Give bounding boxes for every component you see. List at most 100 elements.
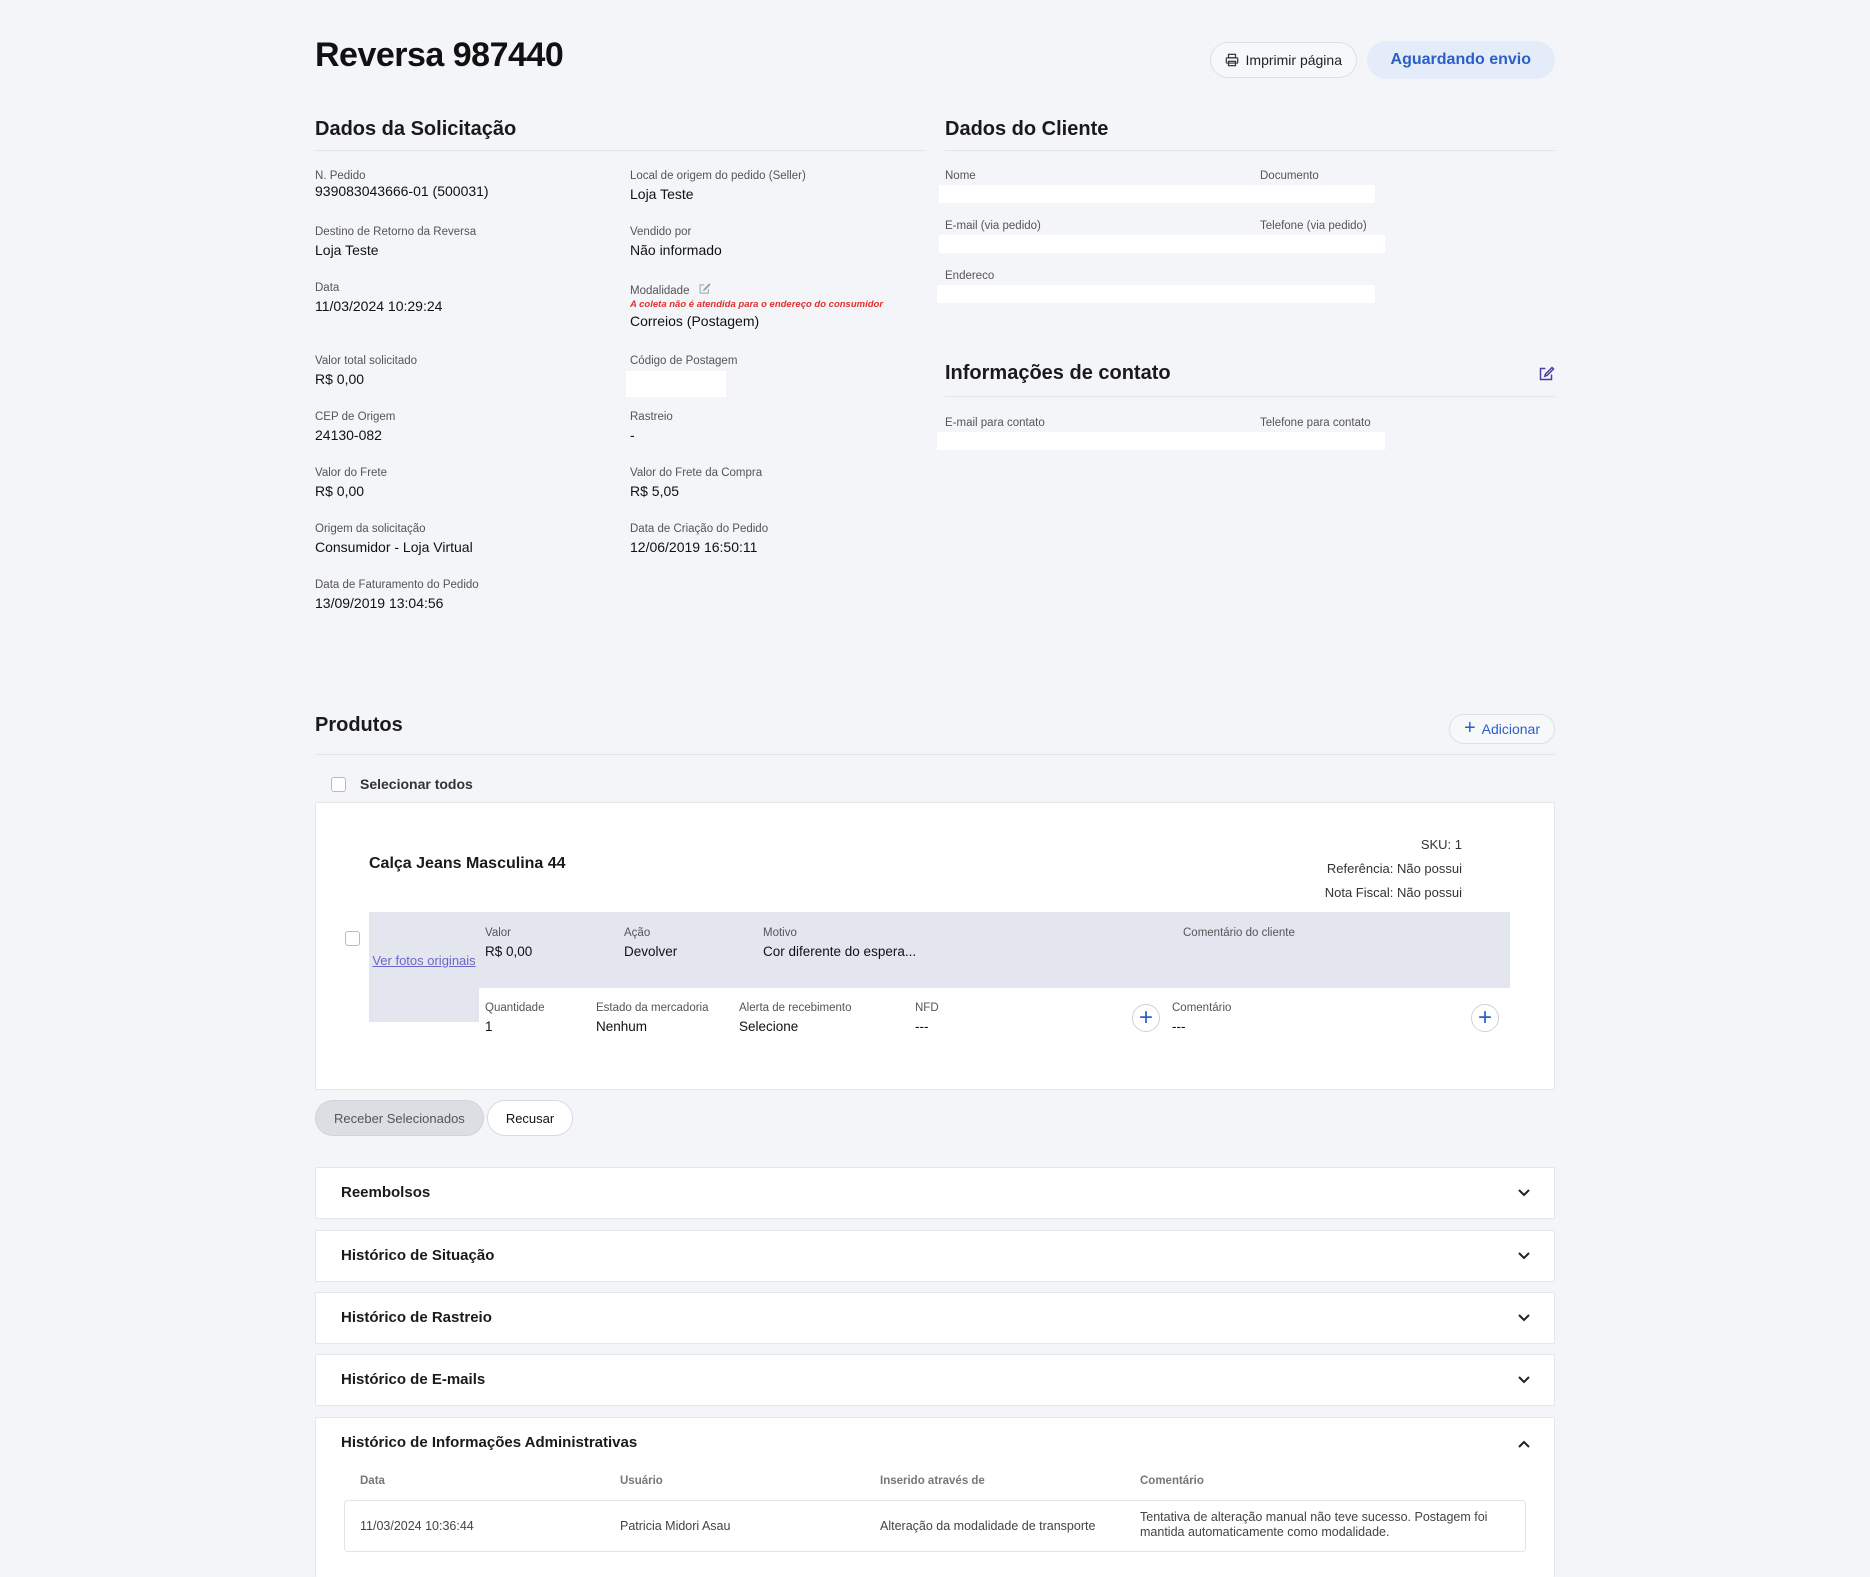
item-valor: Valor R$ 0,00	[485, 927, 532, 959]
field-label: Valor total solicitado	[315, 355, 418, 367]
field-label: Valor	[485, 927, 511, 939]
item-acao: Ação Devolver	[624, 927, 677, 959]
field-value: Selecione	[739, 1019, 799, 1034]
page-title: Reversa 987440	[315, 36, 564, 74]
plus-icon: +	[1138, 1004, 1153, 1031]
divider	[945, 150, 1555, 151]
item-comentario-cliente: Comentário do cliente	[1183, 927, 1295, 939]
field-value: 12/06/2019 16:50:11	[630, 539, 758, 555]
accordion-historico-situacao[interactable]: Histórico de Situação	[315, 1230, 1555, 1282]
refuse-button[interactable]: Recusar	[486, 1100, 574, 1136]
field-value: Devolver	[624, 944, 678, 959]
item-checkbox[interactable]	[345, 931, 360, 946]
field-label: Telefone (via pedido)	[1260, 220, 1367, 232]
field-label: Data	[315, 282, 340, 294]
col-header-usuario: Usuário	[620, 1475, 663, 1487]
field-label: Endereco	[945, 270, 995, 282]
field-rastreio: Rastreio -	[630, 411, 673, 443]
field-destino: Destino de Retorno da Reversa Loja Teste	[315, 226, 476, 258]
field-value: 1	[485, 1019, 493, 1034]
field-label: CEP de Origem	[315, 411, 396, 423]
field-value: Não informado	[630, 242, 722, 258]
print-page-button[interactable]: Imprimir página	[1209, 42, 1357, 78]
field-label: Motivo	[763, 927, 797, 939]
field-value: 24130-082	[315, 427, 382, 443]
accordion-historico-rastreio[interactable]: Histórico de Rastreio	[315, 1292, 1555, 1344]
field-label: Alerta de recebimento	[739, 1002, 852, 1014]
item-estado[interactable]: Estado da mercadoria Nenhum	[596, 1002, 709, 1034]
field-label: Valor do Frete da Compra	[630, 467, 763, 479]
field-value: ---	[1172, 1019, 1186, 1034]
accordion-title[interactable]: Histórico de Informações Administrativas	[341, 1434, 637, 1451]
accordion-historico-emails[interactable]: Histórico de E-mails	[315, 1354, 1555, 1406]
field-label: Data de Criação do Pedido	[630, 523, 769, 535]
chevron-down-icon	[1518, 1189, 1530, 1197]
accordion-reembolsos[interactable]: Reembolsos	[315, 1167, 1555, 1219]
field-label: Documento	[1260, 170, 1319, 182]
email-pedido-value	[939, 235, 1385, 253]
codigo-postagem-value	[626, 371, 726, 397]
field-label: Origem da solicitação	[315, 523, 426, 535]
field-label: Telefone para contato	[1260, 417, 1371, 429]
field-value: R$ 0,00	[485, 944, 533, 959]
field-value: R$ 0,00	[315, 371, 365, 387]
add-comment-button[interactable]: +	[1471, 1004, 1499, 1032]
field-value: R$ 5,05	[630, 483, 680, 499]
chevron-down-icon	[1518, 1376, 1530, 1384]
field-data-criacao: Data de Criação do Pedido 12/06/2019 16:…	[630, 523, 768, 555]
field-value: Correios (Postagem)	[630, 313, 760, 329]
col-header-inserido: Inserido através de	[880, 1475, 985, 1487]
field-label: Modalidade	[630, 283, 883, 297]
product-meta: SKU: 1 Referência: Não possui Nota Fisca…	[1325, 833, 1462, 905]
page-header: Reversa 987440 Imprimir página Aguardand…	[315, 36, 1555, 86]
field-label: Comentário do cliente	[1183, 927, 1295, 939]
table-row: 11/03/2024 10:36:44 Patricia Midori Asau…	[344, 1500, 1526, 1552]
solicitacao-title: Dados da Solicitação	[315, 118, 517, 140]
plus-icon: +	[1463, 717, 1476, 739]
accordion-title: Histórico de Situação	[341, 1247, 495, 1264]
accordion-title: Reembolsos	[341, 1184, 431, 1201]
field-label: Data de Faturamento do Pedido	[315, 579, 479, 591]
edit-contact-icon[interactable]	[1539, 366, 1555, 382]
field-label: Quantidade	[485, 1002, 545, 1014]
field-label: Código de Postagem	[630, 355, 738, 367]
print-page-label: Imprimir página	[1245, 52, 1342, 68]
add-product-button[interactable]: + Adicionar	[1448, 714, 1555, 744]
select-all-label: Selecionar todos	[360, 776, 473, 792]
field-label: Comentário	[1172, 1002, 1232, 1014]
item-comentario: Comentário ---	[1172, 1002, 1231, 1034]
field-label: Vendido por	[630, 226, 692, 238]
field-value: 11/03/2024 10:29:24	[315, 298, 443, 314]
row-comentario: Tentativa de alteração manual não teve s…	[1140, 1510, 1488, 1539]
chevron-up-icon[interactable]	[1516, 1436, 1532, 1452]
modalidade-warning: A coleta não é atendida para o endereço …	[630, 299, 884, 310]
field-telefone-contato: Telefone para contato	[1260, 417, 1371, 429]
field-documento: Documento	[1260, 170, 1319, 182]
produtos-title: Produtos	[315, 714, 403, 736]
printer-icon	[1225, 53, 1238, 67]
edit-icon[interactable]	[699, 283, 711, 295]
product-card: Calça Jeans Masculina 44 SKU: 1 Referênc…	[315, 802, 1555, 1090]
select-all[interactable]: Selecionar todos	[331, 776, 473, 792]
item-photo-panel	[369, 988, 479, 1022]
divider	[315, 754, 1555, 755]
product-actions: Receber Selecionados Recusar	[315, 1100, 574, 1136]
item-alerta[interactable]: Alerta de recebimento Selecione	[739, 1002, 852, 1034]
chevron-down-icon	[1518, 1252, 1530, 1260]
chevron-down-icon	[1518, 1314, 1530, 1322]
field-telefone-pedido: Telefone (via pedido)	[1260, 220, 1367, 232]
field-cep: CEP de Origem 24130-082	[315, 411, 395, 443]
field-value: Loja Teste	[630, 186, 694, 202]
add-nfd-button[interactable]: +	[1132, 1004, 1160, 1032]
select-all-checkbox[interactable]	[331, 776, 346, 792]
field-value: -	[630, 427, 635, 443]
field-data: Data 11/03/2024 10:29:24	[315, 282, 442, 314]
nome-value	[939, 185, 1375, 203]
field-origem: Origem da solicitação Consumidor - Loja …	[315, 523, 473, 555]
field-data-faturamento: Data de Faturamento do Pedido 13/09/2019…	[315, 579, 479, 611]
field-label: Estado da mercadoria	[596, 1002, 709, 1014]
field-value: 939083043666-01 (500031)	[315, 183, 489, 199]
divider	[945, 396, 1555, 397]
view-photos-link[interactable]: Ver fotos originais	[369, 953, 479, 968]
receive-selected-button[interactable]: Receber Selecionados	[315, 1100, 484, 1136]
